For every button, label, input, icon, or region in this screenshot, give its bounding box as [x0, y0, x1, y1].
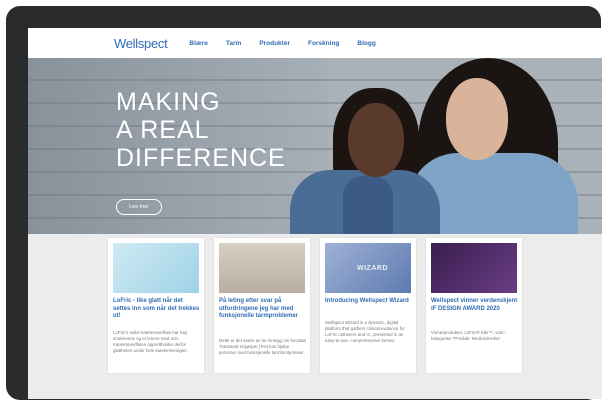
news-card-award[interactable]: Wellspect vinner verdenskjent iF DESIGN … — [426, 238, 522, 373]
hero-person-left-face — [348, 103, 404, 177]
news-card-lofric[interactable]: LoFric - like glatt når det settes inn s… — [108, 238, 204, 373]
tablet-frame: Wellspect Blære Tarm Produkter Forskning… — [6, 6, 602, 400]
card-image-award — [431, 243, 517, 293]
card-excerpt: Vinnerproduktet, LoFric® Elle™, vant i k… — [431, 330, 506, 341]
nav-link-blaere[interactable]: Blære — [189, 40, 207, 47]
news-cards: LoFric - like glatt når det settes inn s… — [108, 238, 528, 388]
card-title[interactable]: LoFric - like glatt når det settes inn s… — [113, 298, 201, 321]
hero-person-left-top — [343, 176, 393, 234]
card-title[interactable]: Wellspect vinner verdenskjent iF DESIGN … — [431, 298, 519, 313]
hero-title-line-2: A REAL — [116, 116, 210, 144]
wellspect-logo[interactable]: Wellspect — [114, 36, 168, 51]
card-image-wizard: WIZARD — [325, 243, 411, 293]
nav-links: Blære Tarm Produkter Forskning Blogg — [189, 40, 393, 47]
browser-viewport: Wellspect Blære Tarm Produkter Forskning… — [28, 28, 602, 399]
card-excerpt: LoFric's unike katetersverflate har høy … — [113, 330, 188, 353]
card-title[interactable]: Introducing Wellspect Wizard — [325, 298, 413, 306]
news-card-tarm[interactable]: På leting etter svar på utfordringene je… — [214, 238, 310, 373]
card-excerpt: Wellspect Wizard is a dynamic, digital p… — [325, 320, 405, 343]
card-image-catheter — [113, 243, 199, 293]
hero-title-line-1: MAKING — [116, 88, 221, 116]
read-more-button[interactable]: Les mer — [116, 199, 162, 215]
hero-title: MAKING A REAL DIFFERENCE — [116, 88, 356, 172]
card-excerpt: Dette er det andre av tre innlegg om hvo… — [219, 338, 307, 355]
nav-link-forskning[interactable]: Forskning — [308, 40, 339, 47]
nav-link-produkter[interactable]: Produkter — [259, 40, 290, 47]
nav-link-blogg[interactable]: Blogg — [357, 40, 375, 47]
wizard-image-label: WIZARD — [357, 265, 388, 272]
news-card-wizard[interactable]: WIZARD Introducing Wellspect Wizard Well… — [320, 238, 416, 373]
hero-banner: MAKING A REAL DIFFERENCE Les mer — [28, 58, 602, 234]
hero-title-line-3: DIFFERENCE — [116, 144, 286, 172]
nav-link-tarm[interactable]: Tarm — [226, 40, 241, 47]
top-navigation: Wellspect Blære Tarm Produkter Forskning… — [28, 28, 602, 58]
card-title[interactable]: På leting etter svar på utfordringene je… — [219, 298, 307, 321]
hero-person-right-face — [446, 78, 508, 160]
card-image-person — [219, 243, 305, 293]
